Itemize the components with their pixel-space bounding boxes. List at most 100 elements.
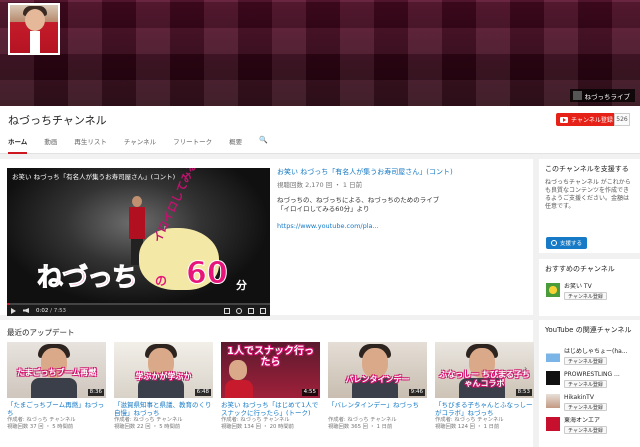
search-icon[interactable]: 🔍 bbox=[259, 136, 268, 154]
tab-videos[interactable]: 動画 bbox=[44, 137, 66, 154]
video-thumbnail[interactable]: たまごっちブーム再燃 8:36 bbox=[7, 342, 106, 398]
video-author: 作成者: ねづっち チャンネル bbox=[7, 417, 76, 423]
video-card[interactable]: 1人でスナック行ったら 4:55 お笑い ねづっち「はじめて1人でスナックに行っ… bbox=[221, 342, 320, 431]
mini-subscribe-button[interactable]: チャンネル登録 bbox=[564, 357, 607, 365]
video-author: 作成者: ねづっち チャンネル bbox=[435, 417, 504, 423]
channel-item[interactable]: 東海オンエア チャンネル登録 bbox=[546, 417, 638, 434]
volume-icon[interactable] bbox=[23, 308, 29, 313]
video-title-link[interactable]: 「たまごっちブーム再燃」ねづっち bbox=[7, 401, 106, 417]
channel-avatar[interactable] bbox=[546, 283, 560, 297]
video-author: 作成者: ねづっち チャンネル bbox=[221, 417, 290, 423]
video-card[interactable]: バレンタインデー 9:46 「バレンタインデー」ねづっち 作成者: ねづっち チ… bbox=[328, 342, 427, 431]
channel-name[interactable]: HikakinTV bbox=[564, 394, 638, 401]
video-thumbnail[interactable]: ふなっしー ちびまる子ちゃんコラボ 8:53 bbox=[435, 342, 534, 398]
featured-video-title[interactable]: お笑い ねづっち「有名人が集うお寿司屋さん」(コント) bbox=[277, 168, 527, 177]
main-column: お笑い ねづっち「有名人が集うお寿司屋さん」(コント) イロイロしてみる ねづっ… bbox=[0, 154, 534, 447]
mini-subscribe-button[interactable]: チャンネル登録 bbox=[564, 380, 607, 388]
channel-item[interactable]: はじめしゃちょー(ha... チャンネル登録 bbox=[546, 348, 638, 365]
channel-banner: ねづっちライブ bbox=[0, 0, 640, 106]
video-card[interactable]: 学ぶかが学ぶか 6:48 「滋賀県知事と県議、教育のくり自慢」ねづっち 作成者:… bbox=[114, 342, 213, 431]
video-frame[interactable]: お笑い ねづっち「有名人が集うお寿司屋さん」(コント) イロイロしてみる ねづっ… bbox=[7, 168, 270, 306]
time-display: 0:02 / 7:53 bbox=[36, 308, 66, 314]
watch-later-icon[interactable] bbox=[224, 307, 230, 314]
fullscreen-icon[interactable] bbox=[260, 307, 266, 314]
channel-tabs: ホーム 動画 再生リスト チャンネル フリートーク 概要 🔍 bbox=[8, 136, 268, 154]
thumb-body bbox=[31, 378, 77, 398]
subscribe-button[interactable]: チャンネル登録 bbox=[556, 113, 617, 126]
tab-about[interactable]: 概要 bbox=[229, 137, 251, 154]
banner-link-live[interactable]: ねづっちライブ bbox=[569, 89, 635, 102]
channel-avatar[interactable] bbox=[546, 371, 560, 385]
support-button[interactable]: 支援する bbox=[546, 237, 588, 249]
section-heading[interactable]: 最近のアップデート bbox=[7, 327, 75, 338]
thumbnail-caption: バレンタインデー bbox=[345, 375, 410, 384]
subscriber-count: 526 bbox=[614, 113, 630, 126]
thumb-body bbox=[138, 378, 184, 398]
player-controls-right bbox=[224, 307, 266, 314]
channel-item[interactable]: PROWRESTLING ... チャンネル登録 bbox=[546, 371, 638, 388]
mini-subscribe-button[interactable]: チャンネル登録 bbox=[564, 403, 607, 411]
featured-video-description: ねづっちの、ねづっちによる、ねづっちのためのライブ 「イロイロしてみる60分」よ… bbox=[277, 196, 527, 214]
channel-avatar[interactable] bbox=[546, 348, 560, 362]
thumbnail-caption: ふなっしー ちびまる子ちゃんコラボ bbox=[439, 370, 530, 388]
support-text: ねづっちチャンネル がこれからも良質なコンテンツを作成できるようご支援ください。… bbox=[545, 179, 631, 210]
video-author: 作成者: ねづっち チャンネル bbox=[114, 417, 183, 423]
tab-channels[interactable]: チャンネル bbox=[124, 137, 165, 154]
video-thumbnail[interactable]: 学ぶかが学ぶか 6:48 bbox=[114, 342, 213, 398]
time-total: / 7:53 bbox=[50, 307, 67, 314]
player-title[interactable]: お笑い ねづっち「有名人が集うお寿司屋さん」(コント) bbox=[12, 171, 175, 181]
video-title-link[interactable]: 「バレンタインデー」ねづっち bbox=[328, 401, 427, 417]
description-link[interactable]: https://www.youtube.com/pla... bbox=[277, 222, 527, 230]
featured-video-section: お笑い ねづっち「有名人が集うお寿司屋さん」(コント) イロイロしてみる ねづっ… bbox=[0, 159, 533, 316]
recommended-heading[interactable]: おすすめのチャンネル bbox=[539, 259, 640, 274]
channel-header: ねづっちチャンネル チャンネル登録 526 ホーム 動画 再生リスト チャンネル… bbox=[0, 106, 640, 154]
shelf-next-arrow-icon[interactable]: › bbox=[524, 364, 527, 373]
tab-playlists[interactable]: 再生リスト bbox=[74, 137, 116, 154]
featured-video-meta: 視聴回数 2,170 回 ・ 1 日前 bbox=[277, 181, 363, 189]
video-meta: 視聴回数 365 回 ・ 1 日前 bbox=[328, 424, 393, 430]
video-title-link[interactable]: お笑い ねづっち「はじめて1人でスナックに行ったら」(トーク) bbox=[221, 401, 320, 417]
channel-title: ねづっちチャンネル bbox=[8, 114, 107, 127]
logo-minute-text: 分 bbox=[236, 279, 247, 292]
video-card[interactable]: たまごっちブーム再燃 8:36 「たまごっちブーム再燃」ねづっち 作成者: ねづ… bbox=[7, 342, 106, 431]
time-current: 0:02 bbox=[36, 307, 49, 314]
channel-avatar[interactable] bbox=[546, 394, 560, 408]
support-heading: このチャンネルを支援する bbox=[545, 165, 629, 173]
channel-name[interactable]: はじめしゃちょー(ha... bbox=[564, 348, 638, 355]
channel-avatar[interactable] bbox=[8, 3, 60, 55]
channel-item[interactable]: お笑い TV チャンネル登録 bbox=[546, 283, 638, 300]
uploads-shelf: たまごっちブーム再燃 8:36 「たまごっちブーム再燃」ねづっち 作成者: ねづ… bbox=[7, 342, 534, 431]
video-duration: 8:36 bbox=[87, 389, 104, 396]
description-line: 「イロイロしてみる60分」より bbox=[277, 205, 370, 213]
mini-subscribe-button[interactable]: チャンネル登録 bbox=[564, 426, 607, 434]
channel-name[interactable]: PROWRESTLING ... bbox=[564, 371, 638, 378]
channel-avatar[interactable] bbox=[546, 417, 560, 431]
video-player[interactable]: お笑い ねづっち「有名人が集うお寿司屋さん」(コント) イロイロしてみる ねづっ… bbox=[7, 168, 270, 316]
video-duration: 6:48 bbox=[194, 389, 211, 396]
thumbnail-caption: たまごっちブーム再燃 bbox=[16, 368, 97, 377]
video-title-link[interactable]: 「滋賀県知事と県議、教育のくり自慢」ねづっち bbox=[114, 401, 213, 417]
performer-head bbox=[132, 196, 142, 207]
video-title-link[interactable]: 「ちびまる子ちゃんとふなっしーがコラボ」ねづっち bbox=[435, 401, 534, 417]
thumb-body bbox=[225, 380, 253, 398]
video-duration: 9:46 bbox=[408, 389, 425, 396]
performer-body bbox=[129, 207, 145, 239]
tab-home[interactable]: ホーム bbox=[8, 137, 36, 154]
avatar-shirt bbox=[30, 31, 40, 53]
gear-icon[interactable] bbox=[236, 307, 242, 314]
video-meta: 視聴回数 22 回 ・ 5 時間前 bbox=[114, 424, 181, 430]
play-icon[interactable] bbox=[11, 307, 16, 314]
logo-no-text: の bbox=[155, 274, 168, 288]
support-icon bbox=[551, 240, 557, 246]
theater-mode-icon[interactable] bbox=[248, 307, 254, 314]
channel-name[interactable]: 東海オンエア bbox=[564, 417, 638, 424]
thumbnail-caption: 1人でスナック行ったら bbox=[227, 346, 314, 368]
mini-subscribe-button[interactable]: チャンネル登録 bbox=[564, 292, 607, 300]
channel-name[interactable]: お笑い TV bbox=[564, 283, 638, 290]
channel-item[interactable]: HikakinTV チャンネル登録 bbox=[546, 394, 638, 411]
video-thumbnail[interactable]: バレンタインデー 9:46 bbox=[328, 342, 427, 398]
player-controls: 0:02 / 7:53 bbox=[7, 305, 270, 316]
tab-discussion[interactable]: フリートーク bbox=[173, 137, 221, 154]
video-thumbnail[interactable]: 1人でスナック行ったら 4:55 bbox=[221, 342, 320, 398]
video-card[interactable]: ふなっしー ちびまる子ちゃんコラボ 8:53 「ちびまる子ちゃんとふなっしーがコ… bbox=[435, 342, 534, 431]
